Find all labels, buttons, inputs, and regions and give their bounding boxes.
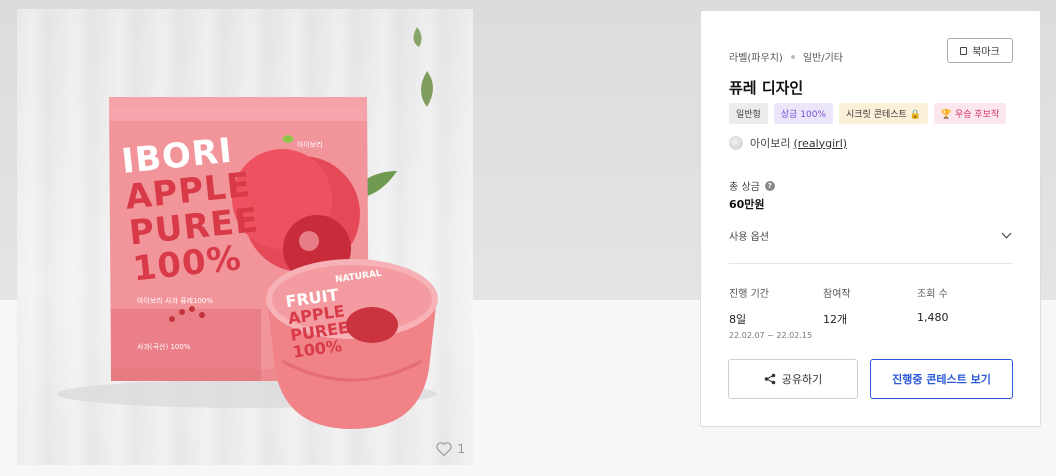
views-value: 1,480: [917, 311, 949, 324]
tag-type: 일반형: [729, 103, 768, 124]
subcategory[interactable]: 일반/기타: [803, 49, 843, 64]
share-button[interactable]: 공유하기: [728, 359, 858, 399]
like-button[interactable]: 1: [435, 441, 465, 457]
avatar: [729, 136, 743, 150]
stat-entries: 참여작 12개: [823, 285, 851, 327]
tag-list: 일반형 상금 100% 시크릿 콘테스트 🔒 🏆 우승 후보작: [729, 103, 1007, 124]
period-range: 22.02.07 ~ 22.02.15: [729, 331, 813, 340]
usage-label: 사용 옵션: [729, 231, 769, 243]
heart-icon: [436, 442, 453, 457]
bookmark-label: 북마크: [972, 47, 1000, 58]
prize-label: 총 상금 ?: [729, 178, 775, 193]
tag-secret: 시크릿 콘테스트 🔒: [839, 103, 928, 124]
view-ongoing-contest-button[interactable]: 진행중 콘테스트 보기: [870, 359, 1013, 399]
pouch-bottom-text: 사과(국산) 100%: [137, 343, 191, 351]
help-icon[interactable]: ?: [764, 180, 775, 191]
period-value: 8일: [729, 313, 747, 326]
pouch-small-text: 아이보리 사과 퓨레100%: [137, 297, 213, 305]
tag-prize-ratio: 상금 100%: [773, 103, 833, 124]
author[interactable]: 아이보리 (realygirl): [729, 135, 847, 151]
period-label: 진행 기간: [729, 289, 769, 300]
divider: [729, 263, 1013, 264]
entries-value: 12개: [823, 313, 848, 326]
usage-options-toggle[interactable]: 사용 옵션: [729, 225, 1013, 245]
chevron-down-icon: [1001, 228, 1012, 238]
share-icon: [764, 373, 776, 385]
contest-info-card: 라벨(파우치) 일반/기타 북마크 퓨레 디자인 일반형 상금 100% 시크릿…: [700, 10, 1041, 427]
pouch-brand: 아이보리: [297, 141, 323, 149]
category[interactable]: 라벨(파우치): [729, 49, 783, 64]
cup-title: FRUIT APPLE PUREE 100%: [284, 285, 353, 362]
stat-period: 진행 기간 8일 22.02.07 ~ 22.02.15: [729, 285, 812, 340]
author-handle[interactable]: (realygirl): [793, 137, 847, 150]
tag-winner-candidate: 🏆 우승 후보작: [933, 103, 1007, 124]
breadcrumb: 라벨(파우치) 일반/기타: [729, 49, 843, 64]
prize-label-text: 총 상금: [729, 182, 760, 193]
like-count: 1: [457, 442, 465, 456]
product-image[interactable]: IBORI APPLE PUREE 100% 아이보리 아이보리 사과 퓨레10…: [17, 9, 473, 465]
bookmark-icon: [960, 46, 968, 55]
breadcrumb-separator: [790, 54, 795, 59]
view-label: 진행중 콘테스트 보기: [892, 373, 991, 386]
share-label: 공유하기: [781, 373, 823, 386]
prize-value: 60만원: [729, 198, 765, 211]
stat-views: 조회 수 1,480: [917, 285, 949, 324]
page-title: 퓨레 디자인: [729, 79, 804, 97]
entries-label: 참여작: [823, 289, 851, 300]
pouch-title: IBORI APPLE PUREE 100%: [120, 131, 265, 290]
bookmark-button[interactable]: 북마크: [947, 38, 1013, 63]
author-name: 아이보리: [750, 137, 791, 150]
views-label: 조회 수: [917, 289, 948, 300]
